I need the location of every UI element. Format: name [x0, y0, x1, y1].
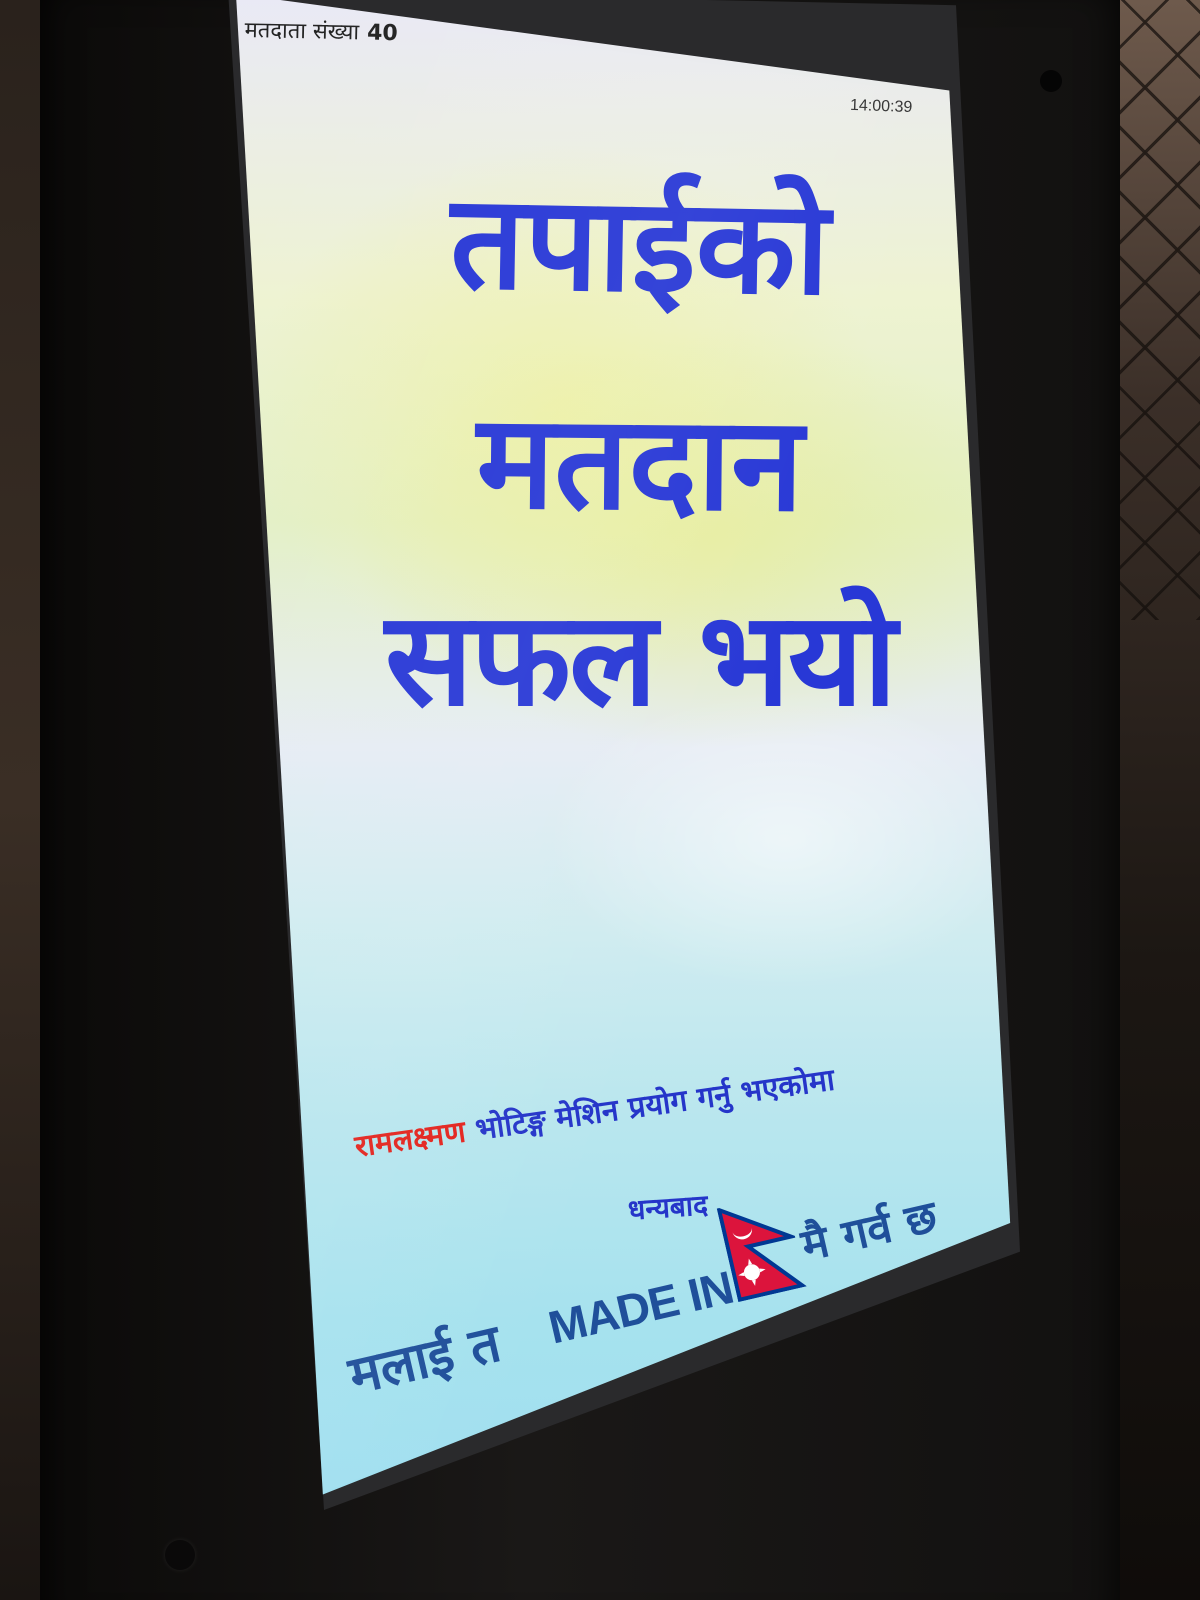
voter-count: मतदाता संख्या 40 [244, 14, 398, 47]
bezel-screw-hole [165, 1540, 195, 1570]
slogan-prefix: मलाई त [343, 1313, 507, 1407]
slogan-suffix: मै गर्व छ [796, 1191, 942, 1272]
success-message-line-3: सफल भयो [385, 583, 897, 735]
voting-machine-photo: मतदाता संख्या 40 14:00:39 तपाईको मतदान सफ… [0, 0, 1200, 1600]
bezel-screw-hole [1040, 70, 1062, 92]
clock: 14:00:39 [849, 96, 913, 117]
success-message-line-2: मतदान [475, 385, 805, 541]
slogan-made-in: MADE IN [543, 1260, 738, 1354]
voter-count-label: मतदाता संख्या [244, 17, 360, 46]
success-message-line-1: तपाईको [449, 165, 831, 325]
voter-count-value: 40 [366, 20, 399, 47]
